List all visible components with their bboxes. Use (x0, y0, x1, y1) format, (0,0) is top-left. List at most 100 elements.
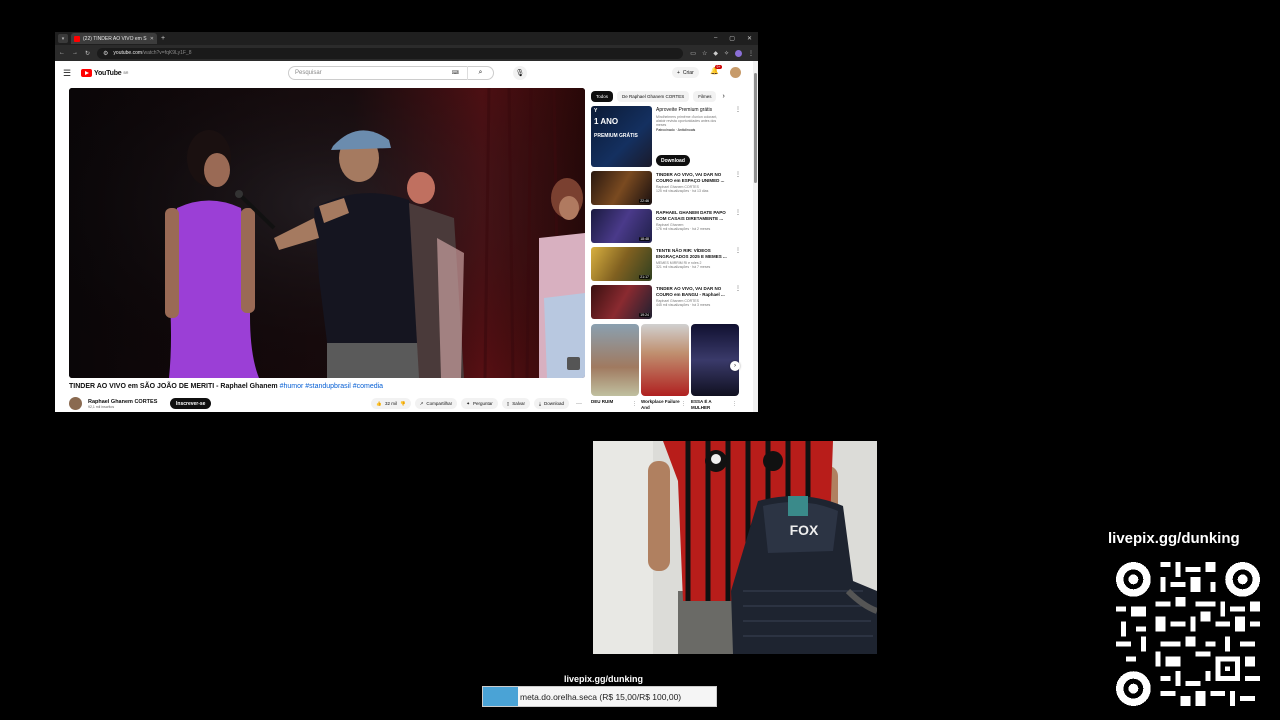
scrollbar-thumb[interactable] (754, 73, 757, 183)
tab-search-button[interactable]: ▾ (58, 34, 68, 43)
recommendation-meta: 176 mil visualizações · há 2 meses (656, 227, 711, 231)
share-button[interactable]: ↗ Compartilhar (414, 398, 458, 409)
download-button[interactable]: ⤓ Download (533, 398, 569, 409)
profile-avatar[interactable] (735, 49, 742, 57)
recommendation-menu-icon[interactable]: ⋮ (735, 247, 741, 254)
tab-youtube[interactable]: (22) TINDER AO VIVO em S ✕ (71, 33, 157, 44)
chip-channel[interactable]: De Raphael Ghanem CORTES (617, 91, 690, 102)
download-label: Download (543, 401, 564, 406)
close-window-button[interactable]: ✕ (747, 35, 752, 42)
channel-subscribers: 92,1 mil inscritos (88, 404, 115, 409)
new-tab-button[interactable]: + (161, 35, 165, 42)
voice-search-button[interactable]: 🎙 (513, 66, 527, 80)
recommendation-item[interactable]: 18:48 RAPHAEL GHANEM DATE PAPO COM CASAI… (591, 209, 741, 244)
video-title-text: TINDER AO VIVO em SÃO JOÃO DE MERITI - R… (69, 383, 278, 390)
short-thumbnail[interactable] (641, 324, 689, 396)
ad-thumbnail[interactable]: Y 1 ANO PREMIUM GRÁTIS (591, 106, 652, 167)
bell-icon: 🔔 (710, 68, 719, 75)
recommendation-text: TINDER AO VIVO, VAI DAR NO COURO em BANG… (656, 286, 730, 307)
ad-menu-icon[interactable]: ⋮ (735, 106, 741, 113)
notifications-button[interactable]: 🔔 9+ (710, 65, 722, 75)
youtube-logo-text: YouTube (94, 69, 122, 77)
create-button[interactable]: + Criar (672, 67, 699, 78)
recommendation-thumbnail[interactable]: 22:46 (591, 171, 652, 205)
recommendation-title[interactable]: TINDER AO VIVO, VAI DAR NO COURO em BANG… (656, 286, 730, 298)
back-icon[interactable]: ← (59, 50, 65, 56)
video-duration: 22:46 (639, 199, 650, 203)
chevron-right-icon[interactable]: › (722, 93, 724, 100)
short-title[interactable]: Workplace Failure And (641, 399, 681, 411)
video-duration: 21:17 (639, 275, 650, 279)
short-title[interactable]: DEU RUIM (591, 399, 631, 405)
channel-watermark-icon[interactable] (567, 357, 580, 370)
channel-info: Raphael Ghanem CORTES 92,1 mil inscritos (88, 399, 164, 409)
bookmark-star-icon[interactable]: ☆ (702, 50, 707, 57)
page-scrollbar[interactable] (753, 61, 758, 412)
short-thumbnail[interactable] (591, 324, 639, 396)
short-menu-icon[interactable]: ⋮ (632, 401, 637, 407)
puzzle-icon[interactable]: ✧ (724, 50, 729, 57)
ad-download-button[interactable]: Download (656, 155, 690, 166)
recommendation-menu-icon[interactable]: ⋮ (735, 171, 741, 178)
recommendation-item[interactable]: 19:24 TINDER AO VIVO, VAI DAR NO COURO e… (591, 285, 741, 320)
cast-icon[interactable]: ▭ (690, 50, 696, 57)
forward-icon[interactable]: → (72, 50, 78, 56)
download-icon: ⤓ (538, 401, 541, 406)
video-duration: 19:24 (639, 313, 650, 317)
search-button[interactable]: ⌕ (467, 66, 493, 80)
recommendation-thumbnail[interactable]: 18:48 (591, 209, 652, 243)
channel-name[interactable]: Raphael Ghanem CORTES (88, 399, 164, 405)
subscribe-button[interactable]: Inscrever-se (170, 398, 212, 409)
browser-menu-icon[interactable]: ⋮ (748, 50, 754, 57)
short-title[interactable]: ESSA É A MULHER (691, 399, 731, 411)
recommendation-menu-icon[interactable]: ⋮ (735, 209, 741, 216)
share-icon: ↗ (419, 400, 424, 406)
menu-icon[interactable]: ☰ (63, 68, 75, 79)
recommendation-title[interactable]: TENTE NÃO RIR: VÍDEOS ENGRAÇADOS 2025 E … (656, 248, 730, 260)
search-placeholder: Pesquisar (295, 70, 322, 76)
ad-description: Mindhelmers primême d'union colorant, al… (656, 115, 718, 127)
search-input[interactable]: Pesquisar ⌨ ⌕ (288, 66, 494, 80)
recommendation-thumbnail[interactable]: 21:17 (591, 247, 652, 281)
donation-goal-bar: meta.do.orelha.seca (R$ 15,00/R$ 100,00) (482, 686, 717, 707)
extensions-icon[interactable]: ◆ (713, 50, 718, 57)
maximize-button[interactable]: ▢ (729, 35, 735, 42)
more-actions-icon[interactable]: ··· (573, 401, 585, 407)
ask-button[interactable]: ✦ Perguntar (461, 398, 498, 409)
video-player[interactable] (69, 88, 585, 378)
tab-close-icon[interactable]: ✕ (150, 36, 154, 42)
short-menu-icon[interactable]: ⋮ (732, 401, 737, 407)
chip-movies[interactable]: Filmes (693, 91, 717, 102)
stream-canvas: ▾ (22) TINDER AO VIVO em S ✕ + – ▢ ✕ ← →… (0, 0, 1280, 720)
keyboard-icon[interactable]: ⌨ (452, 70, 459, 76)
account-avatar[interactable] (730, 67, 741, 78)
country-code: BR (123, 71, 129, 75)
shorts-next-icon[interactable]: › (730, 361, 740, 371)
recommendation-title[interactable]: TINDER AO VIVO, VAI DAR NO COURO em ESPA… (656, 172, 730, 184)
channel-avatar[interactable] (69, 397, 82, 410)
save-label: Salvar (512, 401, 525, 406)
site-info-icon[interactable]: ⚙ (103, 50, 108, 57)
short-thumbnail[interactable] (691, 324, 739, 396)
recommendation-item[interactable]: 22:46 TINDER AO VIVO, VAI DAR NO COURO e… (591, 171, 741, 206)
ad-title: Aproveite Premium grátis (656, 107, 713, 113)
recommendation-menu-icon[interactable]: ⋮ (735, 285, 741, 292)
sponsored-ad[interactable]: Y 1 ANO PREMIUM GRÁTIS Aproveite Premium… (591, 106, 741, 168)
thumbs-down-icon[interactable]: 👎 (400, 401, 406, 407)
reload-icon[interactable]: ↻ (85, 50, 90, 57)
save-button[interactable]: ▯ Salvar (501, 398, 530, 409)
url-host: youtube.com (113, 50, 143, 56)
address-bar[interactable]: ⚙ youtube.com/watch?v=fqK9Ly1F_8 (97, 47, 684, 59)
like-button[interactable]: 👍 32 mil 👎 (371, 398, 411, 409)
minimize-button[interactable]: – (714, 35, 717, 42)
window-controls: – ▢ ✕ (714, 35, 758, 42)
video-hashtags[interactable]: #humor #standupbrasil #comedia (280, 383, 384, 390)
chip-all[interactable]: Todos (591, 91, 614, 102)
recommendation-thumbnail[interactable]: 19:24 (591, 285, 652, 319)
youtube-logo[interactable]: YouTube BR (81, 69, 128, 77)
url-path: /watch?v=fqK9Ly1F_8 (142, 50, 192, 56)
recommendation-title[interactable]: RAPHAEL GHANEM DATE PAPO COM CASAIS DIRE… (656, 210, 730, 222)
recommendation-item[interactable]: 21:17 TENTE NÃO RIR: VÍDEOS ENGRAÇADOS 2… (591, 247, 741, 282)
video-duration: 18:48 (639, 237, 650, 241)
short-menu-icon[interactable]: ⋮ (681, 401, 686, 407)
